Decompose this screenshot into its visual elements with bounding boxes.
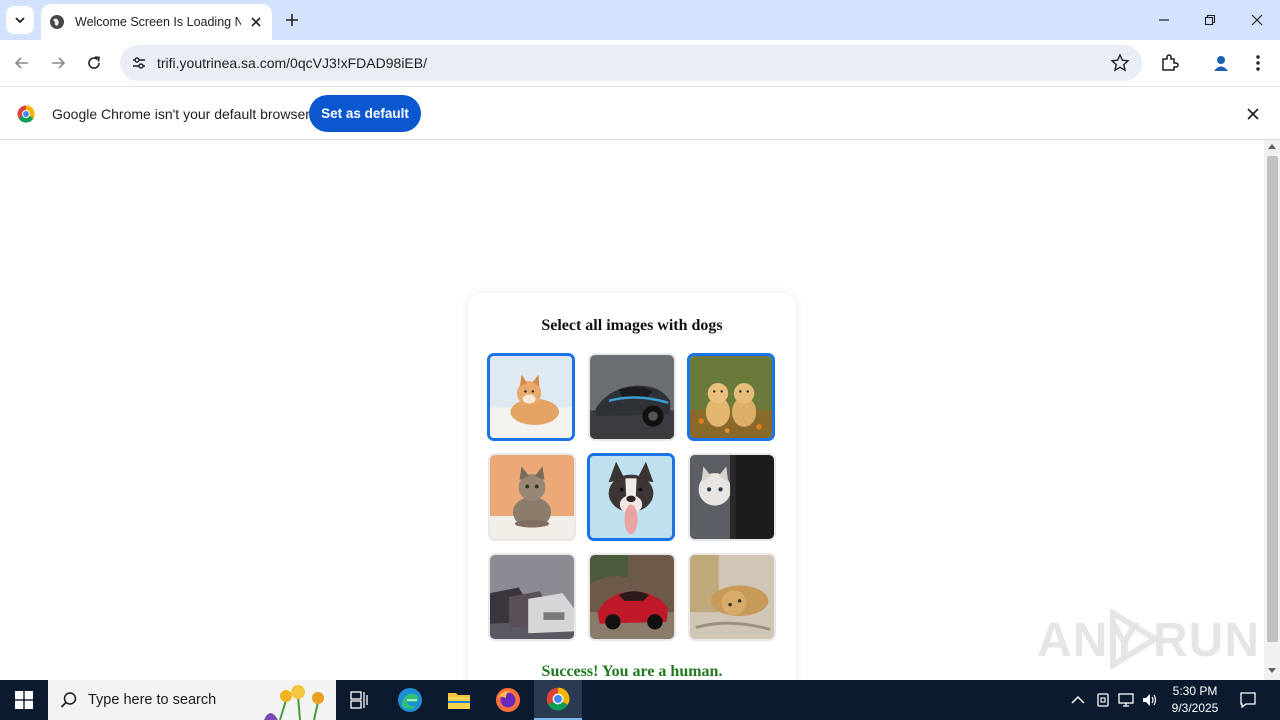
captcha-tile-red-sports-car[interactable] (588, 553, 676, 641)
chevron-down-icon (15, 17, 25, 24)
bookmark-star-icon[interactable] (1110, 53, 1130, 73)
infobar-message: Google Chrome isn't your default browser (52, 106, 310, 122)
taskbar-search[interactable]: Type here to search (48, 680, 336, 720)
restore-icon (1204, 14, 1216, 26)
notifications-button[interactable] (1238, 690, 1258, 710)
captcha-tile-lying-cat[interactable] (688, 553, 776, 641)
minimize-button[interactable] (1141, 0, 1187, 40)
speaker-icon (1143, 694, 1157, 706)
task-view-icon (350, 691, 368, 709)
plus-icon (286, 14, 298, 26)
tab-close-button[interactable] (248, 14, 264, 30)
scroll-up-arrow[interactable] (1268, 144, 1276, 149)
tray-network-button[interactable] (1116, 690, 1136, 710)
default-browser-infobar: Google Chrome isn't your default browser… (0, 86, 1280, 140)
task-view-button[interactable] (336, 680, 384, 720)
search-placeholder: Type here to search (88, 692, 217, 708)
dog-image (690, 356, 772, 438)
network-icon (1118, 693, 1134, 707)
captcha-tile-kitten[interactable] (688, 453, 776, 541)
profile-button[interactable] (1210, 52, 1232, 74)
close-window-button[interactable] (1234, 0, 1280, 40)
taskbar-file-explorer[interactable] (435, 680, 483, 720)
page-scrollbar[interactable] (1264, 140, 1280, 680)
watermark-right: RUN (1153, 614, 1260, 667)
cat-image (690, 555, 774, 639)
tab-search-button[interactable] (6, 6, 34, 34)
captcha-tile-golden-puppies[interactable] (687, 353, 775, 441)
tray-device-button[interactable] (1093, 690, 1113, 710)
tune-icon (133, 57, 145, 69)
chevron-up-icon (1071, 695, 1085, 704)
taskbar-chrome[interactable] (534, 680, 582, 720)
car-image (490, 555, 574, 639)
close-icon (1251, 14, 1263, 26)
cat-image (690, 455, 774, 539)
set-as-default-button[interactable]: Set as default (309, 95, 421, 132)
close-icon[interactable] (1244, 105, 1262, 123)
chrome-icon (546, 687, 570, 711)
taskbar-edge[interactable] (386, 680, 434, 720)
flowers-decoration-icon (264, 685, 324, 720)
notification-icon (1240, 692, 1256, 709)
search-icon (60, 692, 77, 708)
clock-time: 5:30 PM (1172, 684, 1218, 698)
restore-button[interactable] (1187, 0, 1233, 40)
windows-logo-icon (15, 691, 33, 709)
anyrun-watermark: ANY RUN (1035, 607, 1259, 671)
forward-button[interactable] (44, 49, 72, 77)
page-viewport: Select all images with dogs Success! You… (0, 140, 1264, 680)
scroll-down-arrow[interactable] (1268, 668, 1276, 673)
windows-taskbar: Type here to search 5:30 PM 9/3/2025 (0, 680, 1280, 720)
reload-button[interactable] (80, 49, 108, 77)
minimize-icon (1159, 19, 1169, 21)
tray-volume-button[interactable] (1140, 690, 1160, 710)
arrow-right-icon (52, 57, 66, 69)
edge-icon (398, 688, 422, 712)
play-icon (1110, 609, 1159, 669)
captcha-tile-tabby-cat[interactable] (488, 453, 576, 541)
tab-strip: Welcome Screen Is Loading No (0, 0, 1280, 40)
captcha-tile-sports-car[interactable] (588, 353, 676, 441)
globe-icon (50, 15, 64, 29)
reload-icon (88, 56, 100, 69)
more-vert-icon (1256, 55, 1260, 71)
captcha-title: Select all images with dogs (541, 317, 723, 334)
start-button[interactable] (0, 680, 48, 720)
captcha-tile-french-bulldog[interactable] (587, 453, 675, 541)
account-icon (1214, 56, 1228, 71)
menu-button[interactable] (1247, 52, 1269, 74)
success-message: Success! You are a human. (541, 663, 723, 680)
puzzle-icon (1162, 54, 1179, 71)
taskbar-firefox[interactable] (484, 680, 532, 720)
firefox-icon (496, 688, 520, 712)
clock-date: 9/3/2025 (1171, 701, 1219, 715)
taskbar-clock[interactable]: 5:30 PM 9/3/2025 (1164, 683, 1226, 717)
folder-icon (448, 693, 470, 709)
cat-image (490, 455, 574, 539)
chrome-logo-icon (17, 105, 35, 123)
scroll-thumb[interactable] (1267, 156, 1278, 642)
tray-overflow-button[interactable] (1068, 690, 1088, 710)
captcha-tile-shiba-dog[interactable] (487, 353, 575, 441)
arrow-left-icon (14, 57, 28, 69)
extensions-button[interactable] (1158, 52, 1180, 74)
new-tab-button[interactable] (282, 10, 302, 30)
device-icon (1097, 693, 1109, 707)
back-button[interactable] (8, 49, 36, 77)
url-text: trifi.youtrinea.sa.com/0qcVJ3!xFDAD98iEB… (157, 55, 427, 71)
dog-image (490, 356, 572, 438)
tab-title: Welcome Screen Is Loading No (75, 15, 241, 29)
captcha-card: Select all images with dogs Success! You… (468, 293, 796, 680)
site-info-button[interactable] (128, 52, 150, 74)
address-bar[interactable]: trifi.youtrinea.sa.com/0qcVJ3!xFDAD98iEB… (120, 45, 1142, 81)
captcha-tile-parked-cars[interactable] (488, 553, 576, 641)
dog-image (590, 456, 672, 538)
active-tab[interactable]: Welcome Screen Is Loading No (41, 4, 272, 40)
car-image (590, 555, 674, 639)
car-image (590, 355, 674, 439)
close-icon (251, 17, 261, 27)
